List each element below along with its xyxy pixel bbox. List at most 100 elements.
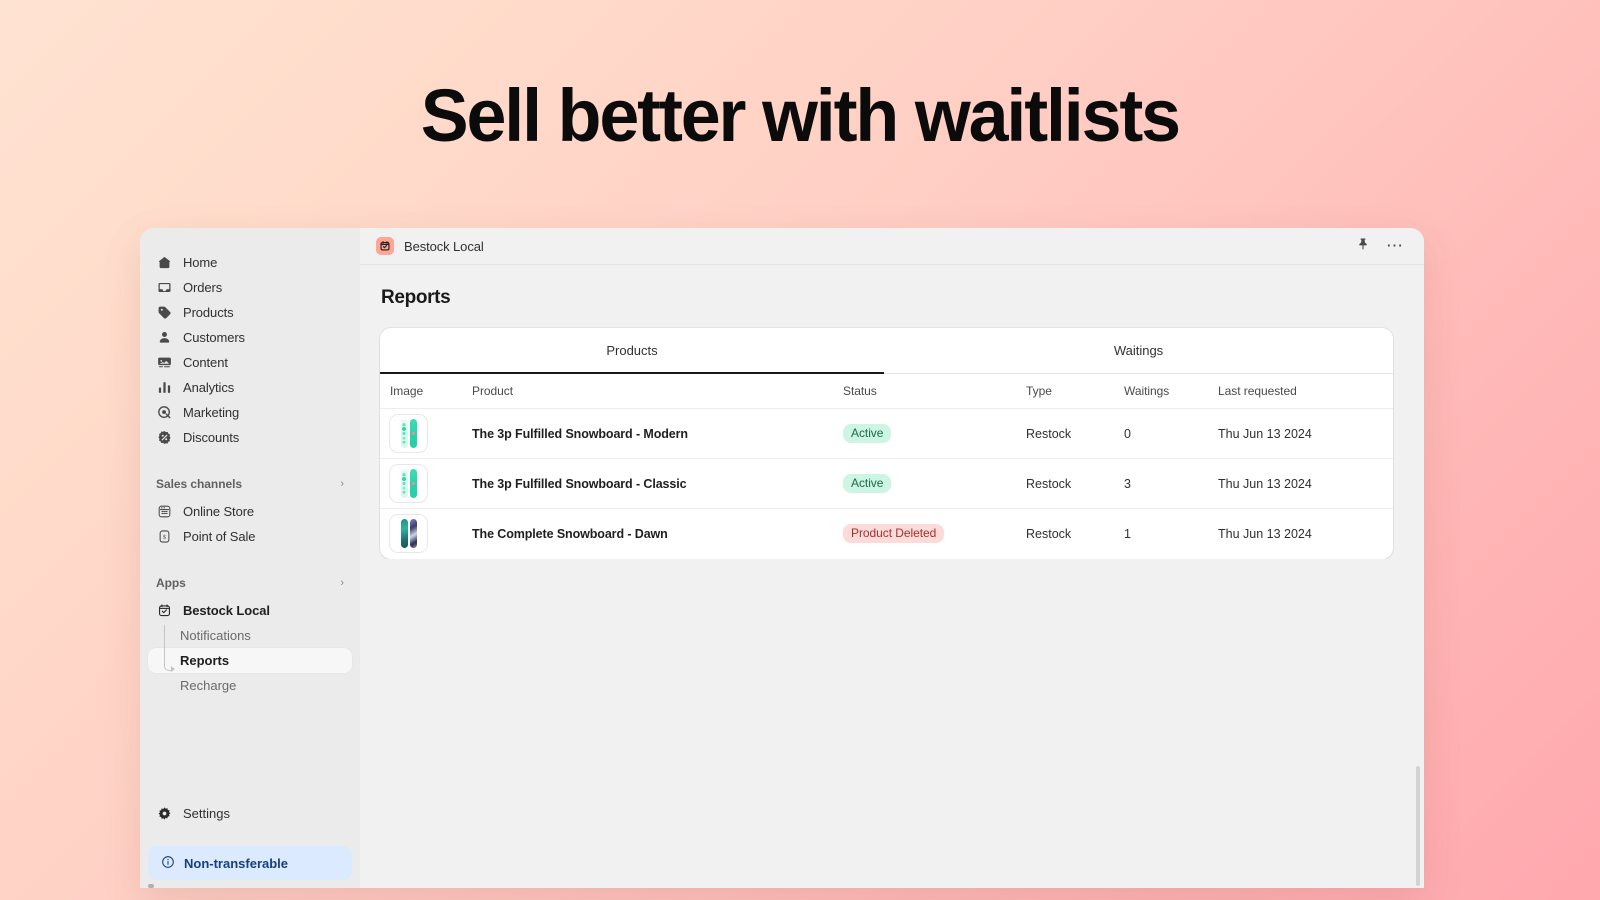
sidebar-item-analytics[interactable]: Analytics	[148, 375, 352, 400]
cell-image	[380, 458, 472, 509]
cell-waitings: 1	[1124, 526, 1131, 541]
horizontal-scrollbar[interactable]	[148, 884, 154, 888]
cell-status: Active	[843, 408, 1026, 459]
non-transferable-banner[interactable]: Non-transferable	[148, 846, 352, 880]
product-name: The 3p Fulfilled Snowboard - Modern	[472, 426, 688, 441]
tab-waitings[interactable]: Waitings	[884, 328, 1393, 373]
pin-icon[interactable]	[1356, 237, 1370, 256]
table-row[interactable]: The Complete Snowboard - Dawn Product De…	[380, 509, 1393, 559]
cell-status: Active	[843, 458, 1026, 509]
status-badge: Active	[843, 424, 892, 443]
sidebar-item-recharge[interactable]: Recharge	[148, 673, 352, 698]
gear-icon	[156, 806, 172, 822]
page-title: Reports	[381, 287, 451, 308]
chevron-right-icon[interactable]: ›	[340, 478, 344, 490]
column-header-image: Image	[380, 374, 472, 409]
column-header-type: Type	[1026, 374, 1124, 409]
sidebar-item-reports[interactable]: Reports	[148, 648, 352, 673]
sidebar-item-products[interactable]: Products	[148, 300, 352, 325]
apps-list: Bestock Local	[140, 598, 360, 623]
apps-title: Apps	[156, 576, 186, 590]
column-header-waitings: Waitings	[1124, 374, 1218, 409]
sidebar-item-label: Online Store	[183, 504, 255, 519]
column-header-status: Status	[843, 374, 1026, 409]
sidebar-item-label: Settings	[183, 806, 230, 821]
board-graphic	[409, 519, 417, 549]
board-graphic	[409, 419, 417, 448]
column-header-product: Product	[472, 374, 843, 409]
tab-products[interactable]: Products	[380, 328, 884, 374]
sidebar: Home Orders Products Customers Content A…	[140, 228, 360, 888]
status-badge: Active	[843, 474, 892, 493]
orders-inbox-icon	[156, 280, 172, 296]
chevron-right-icon[interactable]: ›	[340, 577, 344, 589]
sidebar-item-bestock-local[interactable]: Bestock Local	[148, 598, 352, 623]
sidebar-item-label: Bestock Local	[183, 603, 270, 618]
product-tag-icon	[156, 305, 172, 321]
sidebar-item-notifications[interactable]: Notifications	[148, 623, 352, 648]
cell-image	[380, 408, 472, 459]
customer-person-icon	[156, 330, 172, 346]
report-tabs: Products Waitings	[380, 328, 1393, 374]
primary-nav: Home Orders Products Customers Content A…	[140, 250, 360, 450]
sidebar-item-label: Home	[183, 255, 218, 270]
status-badge: Product Deleted	[843, 524, 945, 544]
app-title: Bestock Local	[404, 238, 484, 254]
banner-label: Non-transferable	[184, 855, 289, 871]
tab-label: Products	[606, 343, 658, 358]
table-header-row: Image Product Status Type Waitings Last …	[380, 374, 1393, 409]
sidebar-item-discounts[interactable]: Discounts	[148, 425, 352, 450]
app-header-bar: Bestock Local ⋯	[360, 228, 1424, 265]
sidebar-item-customers[interactable]: Customers	[148, 325, 352, 350]
cell-last-requested: Thu Jun 13 2024	[1218, 458, 1393, 509]
cell-type: Restock	[1026, 408, 1124, 459]
app-window: Home Orders Products Customers Content A…	[140, 228, 1424, 888]
sidebar-item-label: Notifications	[180, 628, 251, 643]
sidebar-item-label: Point of Sale	[183, 529, 256, 544]
ellipsis-icon[interactable]: ⋯	[1386, 237, 1404, 254]
hero-banner: Sell better with waitlists	[0, 0, 1600, 232]
sales-channels-header[interactable]: Sales channels ›	[140, 476, 360, 492]
cell-product: The Complete Snowboard - Dawn	[472, 509, 843, 559]
sidebar-item-orders[interactable]: Orders	[148, 275, 352, 300]
reports-table: Image Product Status Type Waitings Last …	[380, 374, 1393, 559]
bestock-app-icon	[156, 603, 172, 619]
board-graphic	[400, 469, 408, 498]
vertical-scrollbar[interactable]	[1416, 766, 1420, 886]
marketing-target-icon	[156, 405, 172, 421]
info-circle-icon	[161, 855, 175, 872]
point-of-sale-icon: $	[156, 529, 172, 545]
sales-channels-title: Sales channels	[156, 477, 243, 491]
reports-card: Products Waitings Image Product Status T…	[380, 328, 1393, 559]
cell-status: Product Deleted	[843, 509, 1026, 559]
page-headline: Sell better with waitlists	[420, 74, 1181, 157]
analytics-bars-icon	[156, 380, 172, 396]
cell-last-requested: Thu Jun 13 2024	[1218, 526, 1312, 541]
sidebar-item-marketing[interactable]: Marketing	[148, 400, 352, 425]
home-icon	[156, 255, 172, 271]
sidebar-item-label: Analytics	[183, 380, 235, 395]
sidebar-item-online-store[interactable]: Online Store	[148, 499, 352, 524]
sidebar-item-label: Discounts	[183, 430, 240, 445]
sidebar-item-label: Recharge	[180, 678, 237, 693]
product-name: The Complete Snowboard - Dawn	[472, 526, 668, 541]
sidebar-item-label: Content	[183, 355, 228, 370]
sidebar-item-home[interactable]: Home	[148, 250, 352, 275]
table-row[interactable]: The 3p Fulfilled Snowboard - Classic Act…	[380, 458, 1393, 509]
app-subnav: Notifications Reports Recharge	[140, 623, 360, 698]
page-content: Reports Products Waitings Image Product	[360, 265, 1424, 559]
snowboard-classic-thumbnail	[390, 465, 427, 502]
board-graphic	[400, 519, 408, 549]
table-row[interactable]: The 3p Fulfilled Snowboard - Modern Acti…	[380, 408, 1393, 459]
cell-type: Restock	[1026, 526, 1072, 541]
sidebar-item-point-of-sale[interactable]: $ Point of Sale	[148, 524, 352, 549]
cell-image	[380, 509, 472, 559]
sidebar-item-content[interactable]: Content	[148, 350, 352, 375]
sidebar-item-label: Reports	[180, 653, 230, 668]
apps-header[interactable]: Apps ›	[140, 575, 360, 591]
sidebar-item-settings[interactable]: Settings	[140, 801, 360, 826]
tab-label: Waitings	[1113, 343, 1164, 358]
sidebar-item-label: Orders	[183, 280, 223, 295]
online-store-icon	[156, 504, 172, 520]
